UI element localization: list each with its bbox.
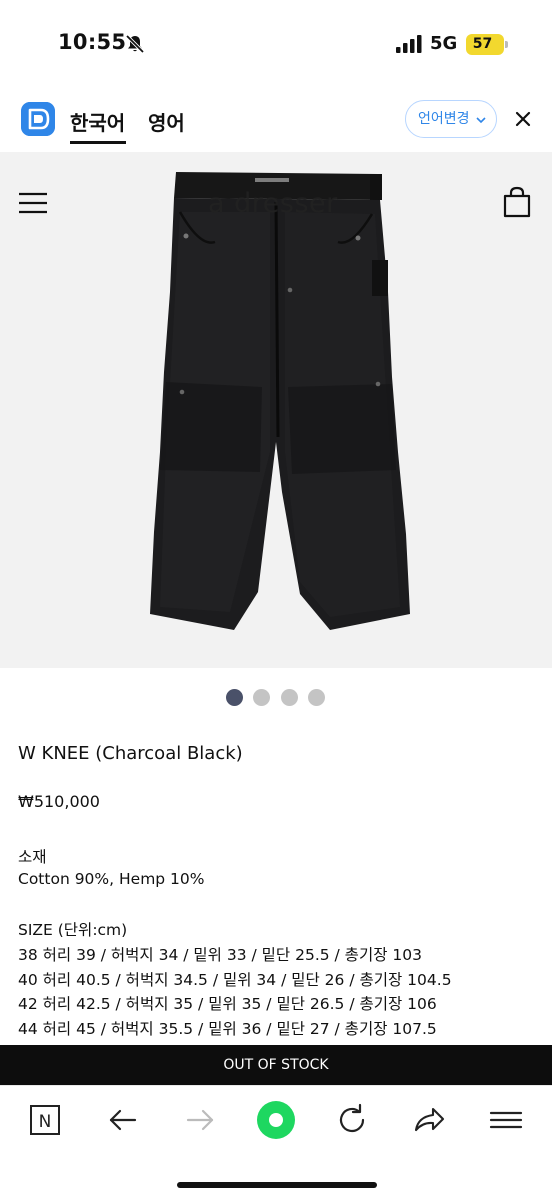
back-arrow-icon[interactable] [103, 1100, 143, 1140]
tab-english[interactable]: 영어 [148, 107, 185, 136]
shopping-bag-icon[interactable] [503, 186, 531, 218]
carousel-dot[interactable] [308, 689, 325, 706]
home-circle-icon[interactable] [256, 1100, 296, 1140]
carousel-dot[interactable] [253, 689, 270, 706]
battery-cap [505, 41, 508, 48]
refresh-icon[interactable] [332, 1100, 372, 1140]
network-label: 5G [430, 33, 458, 54]
material-value: Cotton 90%, Hemp 10% [18, 870, 205, 888]
carousel-dot[interactable] [281, 689, 298, 706]
battery-level: 57 [472, 36, 493, 52]
naver-n-icon[interactable]: N [25, 1100, 65, 1140]
bell-slash-icon [125, 34, 145, 54]
forward-arrow-icon [186, 1109, 214, 1131]
product-title: W KNEE (Charcoal Black) [18, 743, 243, 764]
size-row: 40 허리 40.5 / 허벅지 34.5 / 밑위 34 / 밑단 26 / … [18, 971, 452, 989]
product-image-carousel[interactable]: a dresser [0, 152, 552, 668]
carousel-pagination [226, 689, 326, 707]
size-row: 38 허리 39 / 허벅지 34 / 밑위 33 / 밑단 25.5 / 총기… [18, 946, 422, 964]
size-label: SIZE (단위:cm) [18, 921, 128, 939]
browser-toolbar: N [0, 1085, 552, 1200]
share-icon[interactable] [409, 1100, 449, 1140]
chevron-down-icon [476, 117, 486, 124]
product-image [150, 172, 410, 630]
naver-n-label: N [39, 1112, 52, 1132]
battery-indicator: 57 [466, 34, 504, 55]
tab-korean[interactable]: 한국어 [70, 107, 125, 136]
carousel-dot[interactable] [226, 689, 243, 706]
language-change-label: 언어변경 [418, 111, 470, 127]
signal-icon [396, 35, 422, 53]
language-bar: 한국어 영어 언어변경 [0, 90, 552, 152]
menu-icon[interactable] [19, 192, 47, 214]
out-of-stock-button[interactable]: OUT OF STOCK [0, 1045, 552, 1085]
hamburger-icon[interactable] [486, 1100, 526, 1140]
product-price: ₩510,000 [18, 792, 100, 811]
home-indicator [177, 1182, 377, 1188]
material-label: 소재 [18, 848, 47, 866]
close-icon[interactable] [514, 110, 532, 128]
app-logo-icon [21, 102, 55, 136]
active-tab-underline [70, 141, 126, 144]
size-row: 44 허리 45 / 허벅지 35.5 / 밑위 36 / 밑단 27 / 총기… [18, 1020, 437, 1038]
status-time: 10:55 [58, 30, 127, 54]
size-row: 42 허리 42.5 / 허벅지 35 / 밑위 35 / 밑단 26.5 / … [18, 995, 437, 1013]
status-bar: 10:55 5G 57 [0, 0, 552, 90]
site-logo[interactable]: a dresser [208, 188, 338, 219]
language-change-button[interactable]: 언어변경 [405, 100, 497, 138]
